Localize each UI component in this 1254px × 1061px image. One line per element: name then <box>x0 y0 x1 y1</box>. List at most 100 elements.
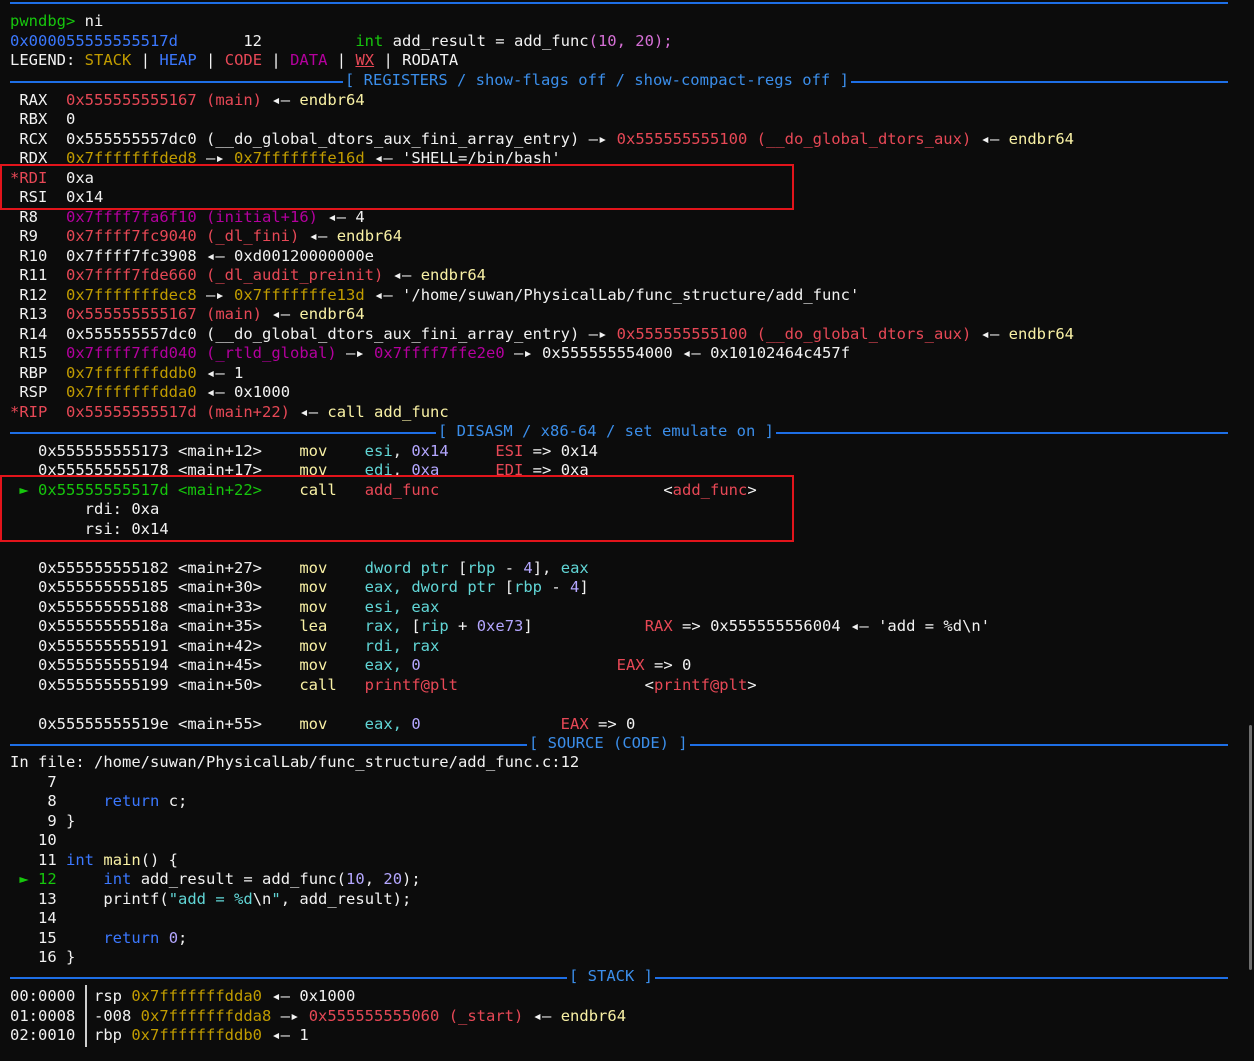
bracket: ] <box>579 578 589 596</box>
scrollbar[interactable] <box>1249 725 1252 970</box>
reg-symbol: (__do_global_dtors_aux_fini_array_entry) <box>206 129 580 148</box>
changed-marker: * <box>10 402 20 421</box>
disasm-line: 0x555555555191 <main+42> mov rdi, rax <box>10 637 439 657</box>
reg-name: R8 <box>19 207 39 226</box>
reg-value: 0x555555555167 <box>66 305 197 323</box>
disasm-header: [ DISASM / x86-64 / set emulate on ] <box>436 422 776 442</box>
operand: rbp <box>467 558 496 577</box>
reg-name: RBX <box>19 110 48 128</box>
operand: eax <box>411 597 440 616</box>
code-text: add_result = <box>392 31 514 50</box>
arrow: ◂— <box>682 344 701 362</box>
number: 10 <box>346 870 365 888</box>
arrow: ◂— <box>308 227 328 245</box>
comment-reg: EAX <box>616 656 645 674</box>
reg-value: 0x55555555517d <box>66 402 197 421</box>
reg-name: RSP <box>19 383 48 401</box>
reg-name: RIP <box>19 402 48 421</box>
code-text: } <box>66 948 76 966</box>
stack-reg: -008 <box>94 1006 132 1025</box>
call-target: add_func <box>374 402 449 421</box>
reg-tail: 0x1000 <box>234 383 291 401</box>
reg-symbol2: (__do_global_dtors_aux) <box>756 129 972 148</box>
mnemonic: mov <box>299 558 328 577</box>
mnemonic: lea <box>299 617 328 635</box>
disasm-line: 0x555555555188 <main+33> mov esi, eax <box>10 598 439 618</box>
command-line[interactable]: pwndbg> ni <box>10 12 103 32</box>
arrow: —▸ <box>588 324 608 343</box>
reg-tail: endbr64 <box>299 305 365 323</box>
stack-address: 0x7fffffffdda0 <box>131 987 262 1005</box>
reg-value: 0x7ffff7fa6f10 <box>66 207 197 226</box>
stack-symbol: (_start) <box>448 1006 524 1025</box>
reg-value2: 0x7ffff7ffe2e0 <box>374 344 505 362</box>
ins-offset: <main+42> <box>178 636 262 655</box>
ins-address: 0x555555555182 <box>38 558 169 577</box>
stack-row: 01:0008 -008 0x7fffffffdda8 —▸ 0x5555555… <box>10 1007 626 1027</box>
reg-tail: endbr64 <box>299 90 365 109</box>
stack-index: 02:0010 <box>10 1026 76 1044</box>
operand: 4 <box>523 558 533 577</box>
operand: rdi, <box>364 636 402 655</box>
stack-value: 0x1000 <box>299 987 356 1005</box>
source-current-line: ► 12 int add_result = add_func(10, 20); <box>10 870 420 890</box>
operand: 4 <box>570 578 580 596</box>
register-r15: R15 0x7ffff7ffd040 (_rtld_global) —▸ 0x7… <box>10 344 850 364</box>
terminal-window[interactable]: pwndbg> ni 0x000055555555517d 12 int add… <box>0 0 1254 1061</box>
line-number: 16 <box>38 948 57 966</box>
register-r14: R14 0x555555557dc0 (__do_global_dtors_au… <box>10 325 1074 345</box>
register-r12: R12 0x7fffffffdec8 —▸ 0x7fffffffe13d ◂— … <box>10 286 859 306</box>
reg-tail: endbr64 <box>336 227 403 245</box>
code-text: ( <box>159 889 169 908</box>
operand: esi, <box>364 597 402 616</box>
operand: dword ptr <box>411 578 496 596</box>
highlight-box-call <box>0 475 794 542</box>
reg-value2: 0x555555555100 <box>616 129 748 148</box>
arrow: ◂— <box>206 383 225 401</box>
reg-name: RAX <box>19 90 48 109</box>
comment-arrow: ◂— <box>850 617 869 635</box>
legend-sep: | <box>140 51 151 69</box>
ins-address: 0x55555555519e <box>38 714 169 733</box>
keyword: int <box>66 850 95 869</box>
current-address: 0x000055555555517d <box>10 31 178 50</box>
reg-name: RCX <box>19 129 48 148</box>
ins-offset: <main+33> <box>178 597 262 616</box>
string-literal: " <box>271 889 281 908</box>
ins-address: 0x555555555199 <box>38 675 169 694</box>
operator: - <box>551 578 561 596</box>
reg-tail: 1 <box>234 363 244 382</box>
ins-address: 0x55555555518a <box>38 617 169 635</box>
legend-line: LEGEND: STACK | HEAP | CODE | DATA | WX … <box>10 51 458 71</box>
code-text: add_result = add_func( <box>140 870 347 888</box>
reg-tail: '/home/suwan/PhysicalLab/func_structure/… <box>402 285 860 304</box>
prompt: pwndbg> <box>10 12 76 30</box>
reg-value: 0x7ffff7fde660 <box>66 266 197 284</box>
legend-sep: | <box>271 51 281 69</box>
legend-heap: HEAP <box>159 51 197 69</box>
source-line: 11 int main() { <box>10 851 178 871</box>
arrow: ◂— <box>299 402 319 421</box>
line-number: 12 <box>38 870 57 888</box>
source-line: 9 } <box>10 812 75 832</box>
code-text: () { <box>140 850 179 869</box>
reg-value: 0 <box>66 110 76 128</box>
instruction: call <box>327 402 365 421</box>
stack-header: [ STACK ] <box>567 967 655 987</box>
type-keyword: int <box>355 31 384 50</box>
legend-rodata: RODATA <box>402 51 459 69</box>
comment-arrow: => <box>532 441 552 460</box>
stack-address: 0x7fffffffddb0 <box>131 1026 262 1044</box>
line-number: 14 <box>38 909 57 927</box>
reg-value: 0x7ffff7ffd040 <box>66 344 197 362</box>
reg-symbol: (main) <box>206 90 263 109</box>
reg-name: R14 <box>19 324 48 343</box>
reg-name: R9 <box>19 227 39 245</box>
reg-value2: 0x7fffffffe13d <box>234 285 365 304</box>
stack-row: 02:0010 rbp 0x7fffffffddb0 ◂— 1 <box>10 1026 309 1046</box>
line-number: 11 <box>38 850 57 869</box>
stack-value: 1 <box>299 1026 309 1044</box>
legend-wx: WX <box>355 51 375 69</box>
disasm-line: 0x555555555194 <main+45> mov eax, 0 EAX … <box>10 656 691 676</box>
number: 20 <box>383 870 403 888</box>
